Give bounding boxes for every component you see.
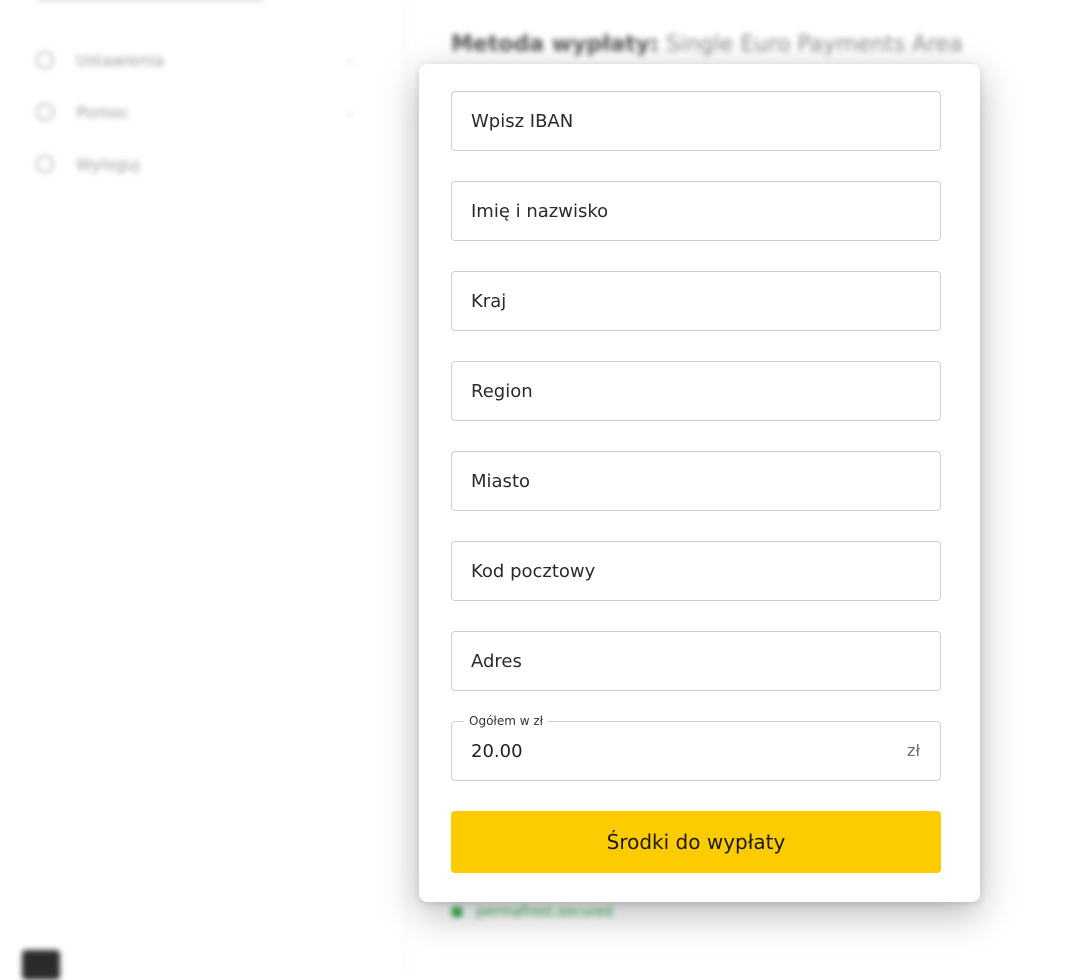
full-name-field[interactable] [451, 181, 941, 241]
gear-icon [36, 51, 54, 69]
region-input[interactable] [452, 362, 940, 420]
currency-suffix: zł [907, 741, 920, 760]
country-field[interactable] [451, 271, 941, 331]
payment-method-label: Metoda wypłaty: [451, 32, 659, 57]
withdraw-funds-button[interactable]: Środki do wypłaty [451, 811, 941, 873]
iban-input[interactable] [452, 92, 940, 150]
secured-note: permafrost.secured [452, 904, 613, 920]
postcode-field[interactable] [451, 541, 941, 601]
sidebar-item-label: Pomoc [76, 102, 130, 122]
payment-method-value: Single Euro Payments Area [665, 32, 963, 57]
withdrawal-modal: Ogółem w zł zł Środki do wypłaty [419, 64, 980, 902]
region-field[interactable] [451, 361, 941, 421]
lock-icon [452, 907, 462, 917]
secured-text: permafrost.secured [476, 904, 613, 920]
city-input[interactable] [452, 452, 940, 510]
full-name-input[interactable] [452, 182, 940, 240]
city-field[interactable] [451, 451, 941, 511]
help-icon [36, 103, 54, 121]
payment-method-heading: Metoda wypłaty: Single Euro Payments Are… [451, 32, 963, 57]
sidebar-item-settings[interactable]: Ustawienia ⌄ [36, 48, 356, 72]
address-field[interactable] [451, 631, 941, 691]
chevron-down-icon: ⌄ [344, 52, 356, 68]
sidebar: Ustawienia ⌄ Pomoc ⌄ Wyloguj [0, 0, 406, 976]
address-input[interactable] [452, 632, 940, 690]
sidebar-item-help[interactable]: Pomoc ⌄ [36, 100, 356, 124]
total-amount-input[interactable] [452, 722, 940, 780]
sidebar-item-label: Ustawienia [76, 50, 164, 70]
sidebar-item-label: Wyloguj [76, 154, 140, 174]
chevron-down-icon: ⌄ [344, 104, 356, 120]
sidebar-item-logout[interactable]: Wyloguj [36, 152, 356, 176]
postcode-input[interactable] [452, 542, 940, 600]
total-amount-field[interactable]: Ogółem w zł zł [451, 713, 941, 781]
logout-icon [36, 155, 54, 173]
country-input[interactable] [452, 272, 940, 330]
iban-field[interactable] [451, 91, 941, 151]
sidebar-top-item [36, 0, 266, 2]
